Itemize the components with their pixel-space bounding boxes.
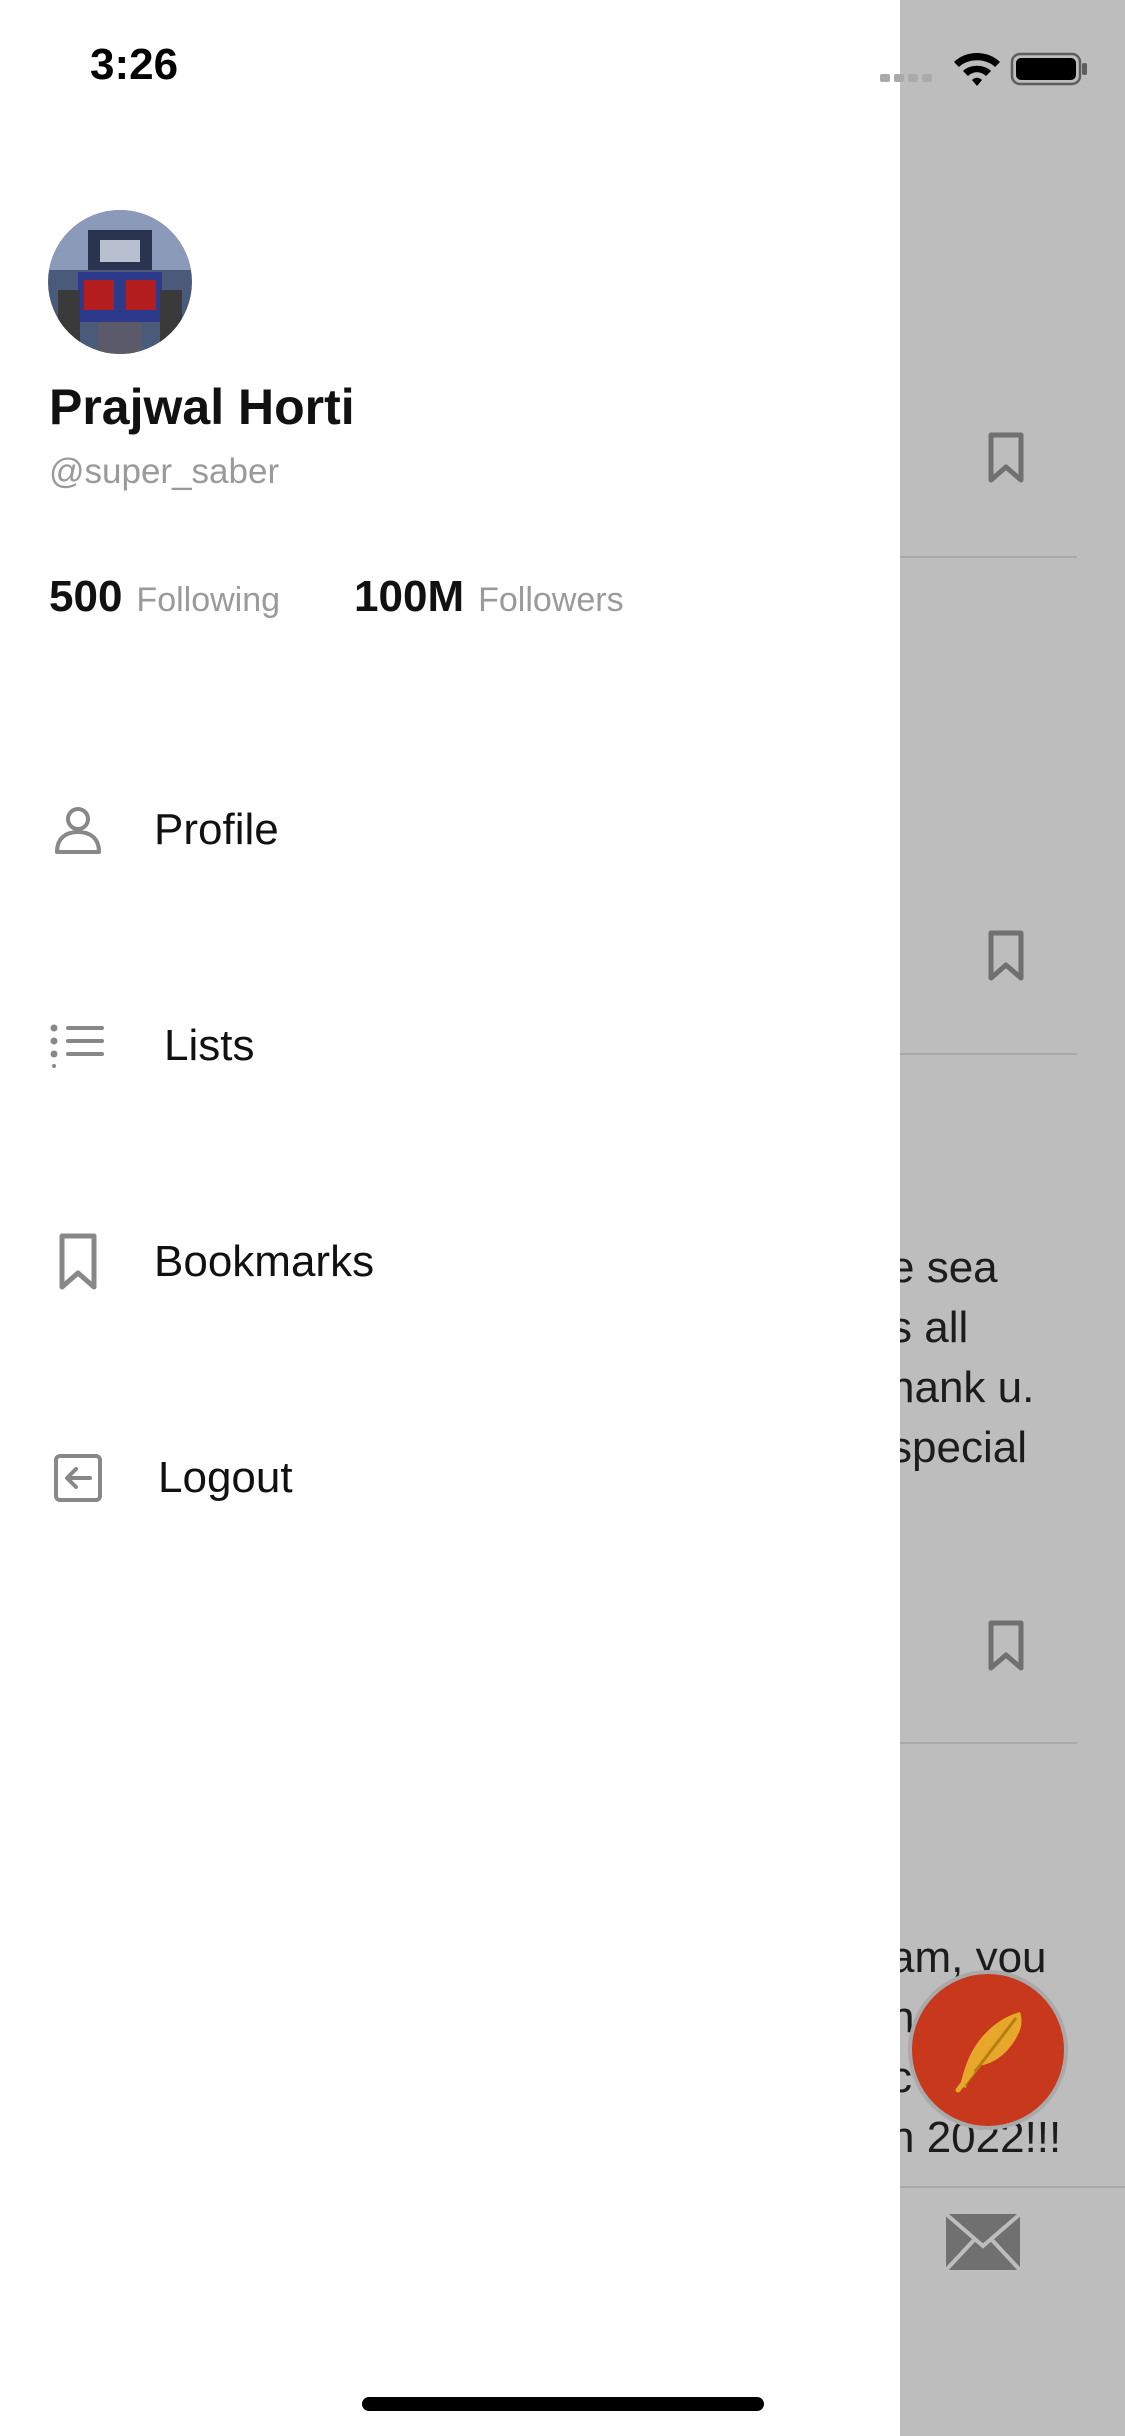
home-indicator[interactable] (362, 2397, 764, 2411)
menu-label-bookmarks: Bookmarks (154, 1237, 375, 1286)
feed-divider (900, 1742, 1077, 1744)
mail-icon[interactable] (944, 2212, 1022, 2272)
bookmark-icon[interactable] (986, 1620, 1026, 1672)
side-drawer: 3:26 Prajwal Horti @super_saber 500 Foll… (0, 0, 900, 2436)
bookmark-icon[interactable] (986, 930, 1026, 982)
tabbar-divider (900, 2186, 1125, 2188)
person-icon (48, 800, 108, 860)
feed-post-text: e sea s all hank u. special (890, 1243, 1035, 1472)
followers-label[interactable]: Followers (478, 581, 623, 620)
avatar-image (48, 210, 192, 354)
follow-stats: 500 Following 100M Followers (49, 572, 624, 622)
menu-item-lists[interactable]: Lists (48, 1016, 254, 1076)
menu-label-lists: Lists (164, 1021, 255, 1070)
logout-icon (48, 1448, 108, 1508)
menu-item-logout[interactable]: Logout (48, 1448, 293, 1508)
bookmark-icon (48, 1232, 108, 1292)
status-time: 3:26 (90, 40, 179, 89)
menu-item-bookmarks[interactable]: Bookmarks (48, 1232, 374, 1292)
feed-divider (900, 1053, 1077, 1055)
menu-item-profile[interactable]: Profile (48, 800, 279, 860)
following-count[interactable]: 500 (49, 572, 122, 622)
battery-icon (1010, 52, 1087, 86)
compose-tweet-button[interactable] (908, 1970, 1068, 2130)
list-icon (48, 1016, 108, 1076)
menu-label-profile: Profile (154, 805, 279, 854)
bookmark-icon[interactable] (986, 432, 1026, 484)
feed-divider (900, 556, 1077, 558)
followers-count[interactable]: 100M (354, 572, 464, 622)
signal-icon (880, 74, 932, 82)
avatar[interactable] (48, 210, 192, 354)
following-label[interactable]: Following (136, 581, 280, 620)
menu-label-logout: Logout (158, 1453, 293, 1502)
status-icons (880, 52, 1087, 86)
feather-icon (955, 2012, 1022, 2093)
user-handle: @super_saber (49, 452, 280, 491)
user-name: Prajwal Horti (49, 379, 355, 435)
wifi-icon (954, 53, 1000, 86)
